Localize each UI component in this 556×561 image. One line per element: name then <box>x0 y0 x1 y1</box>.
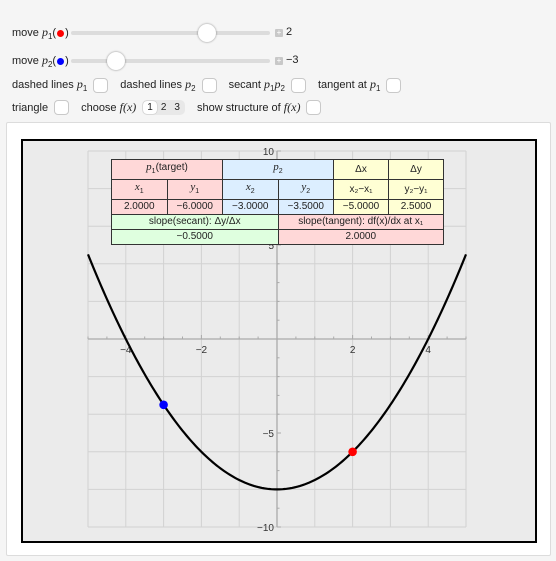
p1-target-header: p1(target) <box>111 159 223 180</box>
secant-slope-value: −0.5000 <box>111 229 279 245</box>
dx-value: −5.0000 <box>333 199 389 215</box>
x1-value: 2.0000 <box>111 199 168 215</box>
x1-header: x1 <box>111 179 168 200</box>
secant-slope-label: slope(secant): Δy/Δx <box>111 214 279 230</box>
x2-minus-x1-header: x₂−x₁ <box>333 179 389 200</box>
x-tick-label: −2 <box>196 345 208 356</box>
y2-value: −3.5000 <box>277 199 334 215</box>
point-p1 <box>348 447 357 457</box>
y2-header: y2 <box>277 179 334 200</box>
tangent-slope-value: 2.0000 <box>277 229 444 245</box>
y-tick-label: 10 <box>263 147 275 158</box>
dy-value: 2.5000 <box>388 199 444 215</box>
y2-minus-y1-header: y₂−y₁ <box>388 179 444 200</box>
function-plot: −4 −2 2 4105−5−10 <box>86 147 468 534</box>
point-p2 <box>159 400 168 410</box>
tangent-slope-label: slope(tangent): df(x)/dx at x₁ <box>277 214 444 230</box>
x2-value: −3.0000 <box>222 199 279 215</box>
x2-header: x2 <box>222 179 279 200</box>
dy-header: Δy <box>388 159 444 180</box>
x-tick-label: 2 <box>350 345 356 356</box>
y1-header: y1 <box>166 179 223 200</box>
p2-header: p2 <box>222 159 334 180</box>
y1-value: −6.0000 <box>166 199 223 215</box>
dx-header: Δx <box>333 159 389 180</box>
x-tick-label: 4 <box>425 345 431 356</box>
y-tick-label: −5 <box>263 429 275 440</box>
values-table: p1(target) p2 Δx Δy x1 y1 x2 y2 x₂−x₁ y₂… <box>111 159 444 245</box>
y-tick-label: −10 <box>257 523 274 534</box>
